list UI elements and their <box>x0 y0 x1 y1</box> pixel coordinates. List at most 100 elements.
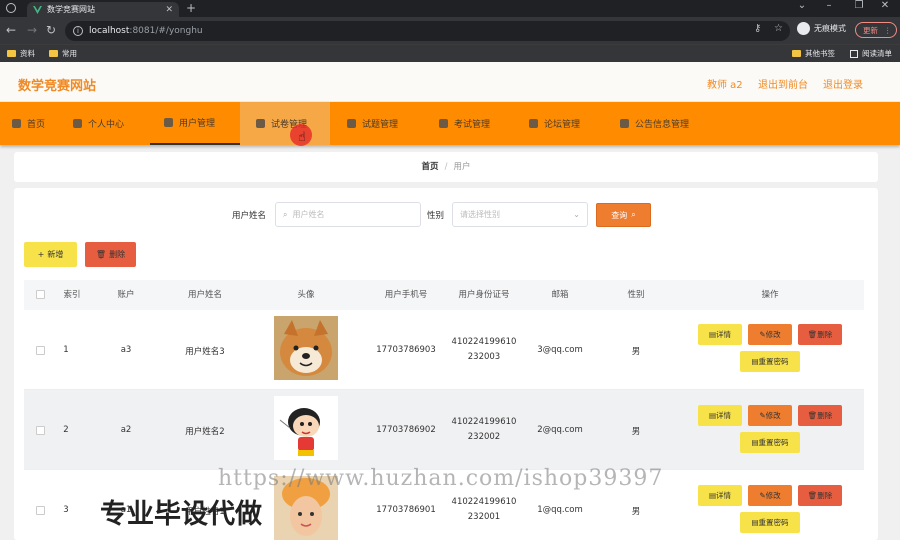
nav-label: 考试管理 <box>454 120 491 130</box>
name-search-input[interactable]: ⌕ 用户姓名 <box>275 202 421 227</box>
cell-email: 3@qq.com <box>537 345 583 355</box>
row-checkbox[interactable] <box>36 506 45 515</box>
nav-item-papers[interactable]: 试卷管理 <box>240 102 330 145</box>
close-tab-icon[interactable]: ✕ <box>165 5 173 15</box>
nav-item-questions[interactable]: 试题管理 <box>347 102 398 145</box>
cell-phone: 17703786902 <box>376 425 436 435</box>
app-header: 数学竞赛网站 教师 a2 退出到前台 退出登录 <box>0 62 900 102</box>
delete-button[interactable]: 🗑 删除 <box>798 324 842 345</box>
trash-icon: 🗑 <box>807 491 818 500</box>
delete-button[interactable]: 🗑 删除 <box>798 405 842 426</box>
delete-button[interactable]: 🗑 删除 <box>798 485 842 506</box>
reset-password-button[interactable]: ▤ 重置密码 <box>740 512 800 533</box>
folder-icon <box>49 50 58 57</box>
main-nav: 首页 个人中心 用户管理 试卷管理 试题管理 考试管理 论坛管理 公告信息管理 <box>0 102 900 145</box>
nav-item-forum[interactable]: 论坛管理 <box>529 102 580 145</box>
detail-label: 详情 <box>716 491 732 500</box>
table-header: 索引 账户 用户姓名 头像 用户手机号 用户身份证号 邮箱 性别 操作 <box>24 280 864 310</box>
gender-select[interactable]: 请选择性别 ⌄ <box>452 202 588 227</box>
cell-gender: 男 <box>631 507 641 517</box>
nav-label: 用户管理 <box>179 119 216 129</box>
url-host: localhost <box>89 26 130 36</box>
nav-label: 首页 <box>27 120 46 130</box>
detail-button[interactable]: ▤ 详情 <box>698 405 742 426</box>
bookmark-folder[interactable]: 资料 <box>7 48 35 59</box>
tab-search-icon[interactable]: ⌄ <box>787 0 817 11</box>
site-info-icon[interactable]: i <box>73 26 83 36</box>
bookmark-folder[interactable]: 常用 <box>49 48 77 59</box>
guest-profile[interactable]: 无痕模式 <box>797 22 846 35</box>
col-actions: 操作 <box>761 290 779 300</box>
cell-account: a3 <box>120 345 132 355</box>
avatar-cartoon <box>274 396 338 460</box>
minimize-icon[interactable]: – <box>814 0 844 11</box>
breadcrumb: 首页 / 用户 <box>14 152 878 182</box>
forward-icon[interactable]: → <box>27 23 37 37</box>
url-watermark: https://www.huzhan.com/ishop39397 <box>218 466 664 491</box>
edit-label: 修改 <box>765 330 781 339</box>
nav-item-exams[interactable]: 考试管理 <box>439 102 490 145</box>
detail-button[interactable]: ▤ 详情 <box>698 324 742 345</box>
frontend-link[interactable]: 退出到前台 <box>758 76 808 91</box>
pointer-cursor-icon: ☝ <box>298 130 306 145</box>
window-close-icon[interactable]: ✕ <box>870 0 900 11</box>
doc-icon: ▤ <box>751 438 759 447</box>
update-button[interactable]: 更新 ⋮ <box>855 22 897 38</box>
batch-delete-button[interactable]: 🗑 删除 <box>85 242 136 267</box>
site-title: 数学竞赛网站 <box>18 79 97 94</box>
bookmarks-bar: 资料 常用 其他书签 阅读清单 <box>0 44 900 62</box>
url-bar[interactable]: i localhost:8081/#/yonghu <box>65 21 790 41</box>
new-tab-button[interactable]: + <box>186 1 196 15</box>
row-checkbox[interactable] <box>36 346 45 355</box>
more-menu-icon: ⋮ <box>884 25 892 35</box>
nav-item-users[interactable]: 用户管理 <box>150 102 240 145</box>
address-toolbar: ← → ↻ i localhost:8081/#/yonghu ⚷ ☆ 无痕模式… <box>0 17 900 44</box>
breadcrumb-current: 用户 <box>453 162 471 172</box>
detail-label: 详情 <box>716 330 732 339</box>
browser-tab[interactable]: 数学竞赛网站 ✕ <box>27 2 179 17</box>
query-button[interactable]: 查询 ⌕ <box>596 203 651 227</box>
reset-password-button[interactable]: ▤ 重置密码 <box>740 351 800 372</box>
logout-link[interactable]: 退出登录 <box>823 76 863 91</box>
bookmark-label: 阅读清单 <box>862 49 892 58</box>
bookmark-label: 其他书签 <box>805 49 835 58</box>
detail-button[interactable]: ▤ 详情 <box>698 485 742 506</box>
reset-label: 重置密码 <box>758 357 789 366</box>
back-icon[interactable]: ← <box>6 23 16 37</box>
add-button[interactable]: + 新增 <box>24 242 77 267</box>
table-row: 2 a2 用户姓名2 17703786902 410224199610 2320… <box>24 390 864 470</box>
gender-placeholder: 请选择性别 <box>460 210 500 219</box>
nav-label: 论坛管理 <box>544 120 581 130</box>
nav-label: 公告信息管理 <box>635 120 690 130</box>
gender-filter-label: 性别 <box>427 211 445 221</box>
select-all-checkbox[interactable] <box>36 290 45 299</box>
nav-item-notices[interactable]: 公告信息管理 <box>620 102 689 145</box>
avatar-shiba <box>274 316 338 380</box>
edit-button[interactable]: ✎ 修改 <box>748 485 792 506</box>
add-label: 新增 <box>47 250 64 259</box>
user-icon <box>73 119 82 128</box>
edit-button[interactable]: ✎ 修改 <box>748 324 792 345</box>
col-idcard: 用户身份证号 <box>458 290 510 300</box>
menu-icon <box>164 118 173 127</box>
bookmark-star-icon[interactable]: ☆ <box>774 23 783 34</box>
browser-tabbar: 数学竞赛网站 ✕ + ⌄ – ❐ ✕ <box>0 0 900 17</box>
edit-button[interactable]: ✎ 修改 <box>748 405 792 426</box>
reload-icon[interactable]: ↻ <box>46 23 56 37</box>
nav-item-profile[interactable]: 个人中心 <box>73 102 124 145</box>
vue-logo-icon <box>33 5 42 14</box>
reading-list[interactable]: 阅读清单 <box>850 48 892 59</box>
cartoon-boy-image <box>274 396 338 460</box>
plus-icon: + <box>37 250 45 259</box>
other-bookmarks[interactable]: 其他书签 <box>792 48 835 59</box>
name-filter-label: 用户姓名 <box>232 211 267 221</box>
breadcrumb-home[interactable]: 首页 <box>422 162 439 172</box>
row-checkbox[interactable] <box>36 426 45 435</box>
nav-item-home[interactable]: 首页 <box>12 102 45 145</box>
key-icon[interactable]: ⚷ <box>754 23 761 34</box>
reset-password-button[interactable]: ▤ 重置密码 <box>740 432 800 453</box>
cell-email: 1@qq.com <box>537 505 583 515</box>
user-label: 教师 a2 <box>707 80 743 91</box>
tab-title: 数学竞赛网站 <box>47 5 95 14</box>
reset-label: 重置密码 <box>758 438 789 447</box>
